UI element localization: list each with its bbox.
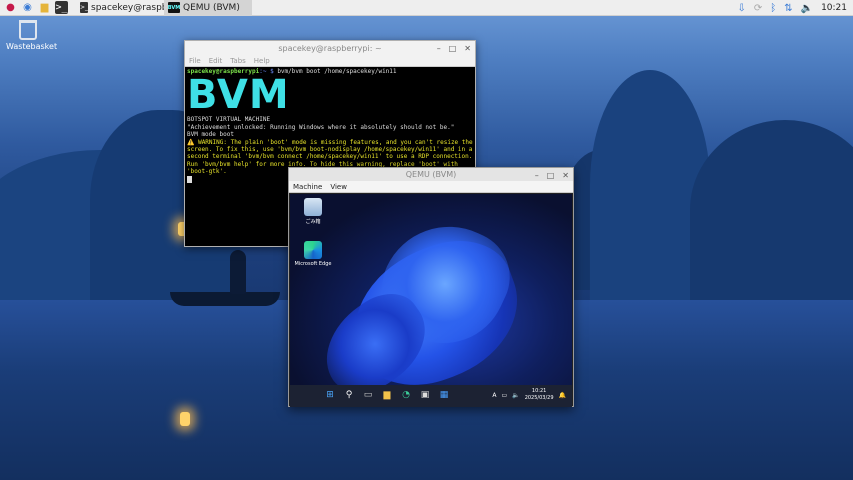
menu-file[interactable]: File [189, 57, 201, 65]
qemu-titlebar[interactable]: QEMU (BVM) – □ ✕ [289, 168, 573, 181]
command-text: bvm/bvm boot /home/spacekey/win11 [273, 68, 397, 75]
folder-icon[interactable]: ▆ [38, 1, 51, 14]
top-panel: ● ◉ ▆ >_ >_ spacekey@raspberry... BVM QE… [0, 0, 853, 16]
bvm-icon: BVM [168, 2, 180, 13]
close-icon[interactable]: ✕ [464, 44, 471, 53]
guest-clock[interactable]: 10:21 2025/03/29 [525, 388, 554, 402]
taskbar-button-terminal[interactable]: >_ spacekey@raspberry... [76, 0, 193, 16]
update-icon[interactable]: ⇩ [737, 3, 745, 14]
recycle-bin-icon [304, 198, 322, 216]
guest-icon-label: Microsoft Edge [294, 261, 332, 267]
file-explorer-icon[interactable]: ▆ [381, 389, 393, 401]
maximize-icon[interactable]: □ [547, 171, 555, 180]
globe-icon[interactable]: ◉ [21, 1, 34, 14]
edge-icon [304, 241, 322, 259]
guest-icon-edge[interactable]: Microsoft Edge [293, 241, 333, 267]
desktop-icon-label: Wastebasket [6, 42, 58, 51]
volume-icon[interactable]: 🔈 [512, 392, 519, 399]
wastebasket-icon [19, 20, 37, 40]
panel-clock[interactable]: 10:21 [821, 3, 847, 13]
mountain [690, 120, 853, 300]
taskbar-button-qemu[interactable]: BVM QEMU (BVM) [164, 0, 252, 16]
guest-date: 2025/03/29 [524, 395, 554, 401]
search-icon[interactable]: ⚲ [343, 389, 355, 401]
maximize-icon[interactable]: □ [449, 44, 457, 53]
taskbar-button-label: QEMU (BVM) [183, 2, 240, 13]
window-title: spacekey@raspberrypi: ~ [278, 43, 382, 53]
bluetooth-icon[interactable]: ᛒ [770, 3, 776, 14]
volume-icon[interactable]: 🔈 [801, 3, 813, 14]
fisherman [230, 250, 246, 294]
guest-system-tray: A ▭ 🔈 10:21 2025/03/29 🔔 [487, 388, 566, 402]
qemu-window[interactable]: QEMU (BVM) – □ ✕ Machine View ごみ箱 Micros… [288, 167, 574, 407]
terminal-menubar: File Edit Tabs Help [185, 55, 475, 67]
guest-icon-recycle-bin[interactable]: ごみ箱 [293, 198, 333, 225]
menu-view[interactable]: View [330, 183, 347, 191]
task-view-icon[interactable]: ▭ [362, 389, 374, 401]
menu-edit[interactable]: Edit [209, 57, 223, 65]
store-icon[interactable]: ▣ [419, 389, 431, 401]
network-icon[interactable]: ▭ [502, 392, 508, 399]
terminal-titlebar[interactable]: spacekey@raspberrypi: ~ – □ ✕ [185, 41, 475, 55]
guest-taskbar: ⊞ ⚲ ▭ ▆ ◔ ▣ ▦ A ▭ 🔈 10:21 2025/03/29 🔔 [290, 385, 572, 407]
taskbar-icons: ⊞ ⚲ ▭ ▆ ◔ ▣ ▦ [324, 389, 457, 401]
guest-icon-label: ごみ箱 [305, 219, 321, 225]
menu-help[interactable]: Help [254, 57, 270, 65]
logo-caption: BOTSPOT VIRTUAL MACHINE [187, 116, 271, 124]
lantern-reflection [180, 412, 190, 426]
guest-screen[interactable]: ごみ箱 Microsoft Edge ⊞ ⚲ ▭ ▆ ◔ ▣ ▦ A ▭ 🔈 1… [290, 194, 572, 407]
start-icon[interactable]: ⊞ [324, 389, 336, 401]
system-tray: ⇩ ⟳ ᛒ ⇅ 🔈 10:21 [733, 0, 853, 16]
minimize-icon[interactable]: – [535, 171, 539, 180]
achievement-line: "Achievement unlocked: Running Windows w… [187, 123, 455, 131]
window-controls: – □ ✕ [429, 41, 471, 55]
notification-bell-icon[interactable]: 🔔 [559, 392, 566, 399]
menu-tabs[interactable]: Tabs [230, 57, 246, 65]
text-cursor [187, 175, 192, 183]
language-indicator[interactable]: A [492, 392, 496, 399]
guest-time: 10:21 [531, 388, 547, 394]
network-icon[interactable]: ⇅ [784, 3, 792, 14]
edge-icon[interactable]: ◔ [400, 389, 412, 401]
terminal-icon: >_ [80, 2, 89, 13]
widgets-icon[interactable]: ▦ [438, 389, 450, 401]
bvm-logo: BVM [187, 72, 290, 119]
raspberry-icon[interactable]: ● [4, 1, 17, 14]
mode-line: BVM mode boot [187, 131, 234, 139]
menu-machine[interactable]: Machine [293, 183, 322, 191]
window-controls: – □ ✕ [527, 168, 569, 182]
boat [170, 292, 280, 306]
close-icon[interactable]: ✕ [562, 171, 569, 180]
desktop-icon-wastebasket[interactable]: Wastebasket [6, 20, 57, 51]
minimize-icon[interactable]: – [437, 44, 441, 53]
sync-icon[interactable]: ⟳ [754, 3, 762, 14]
terminal-icon[interactable]: >_ [55, 1, 68, 14]
qemu-menubar: Machine View [289, 181, 573, 193]
window-title: QEMU (BVM) [405, 170, 457, 179]
